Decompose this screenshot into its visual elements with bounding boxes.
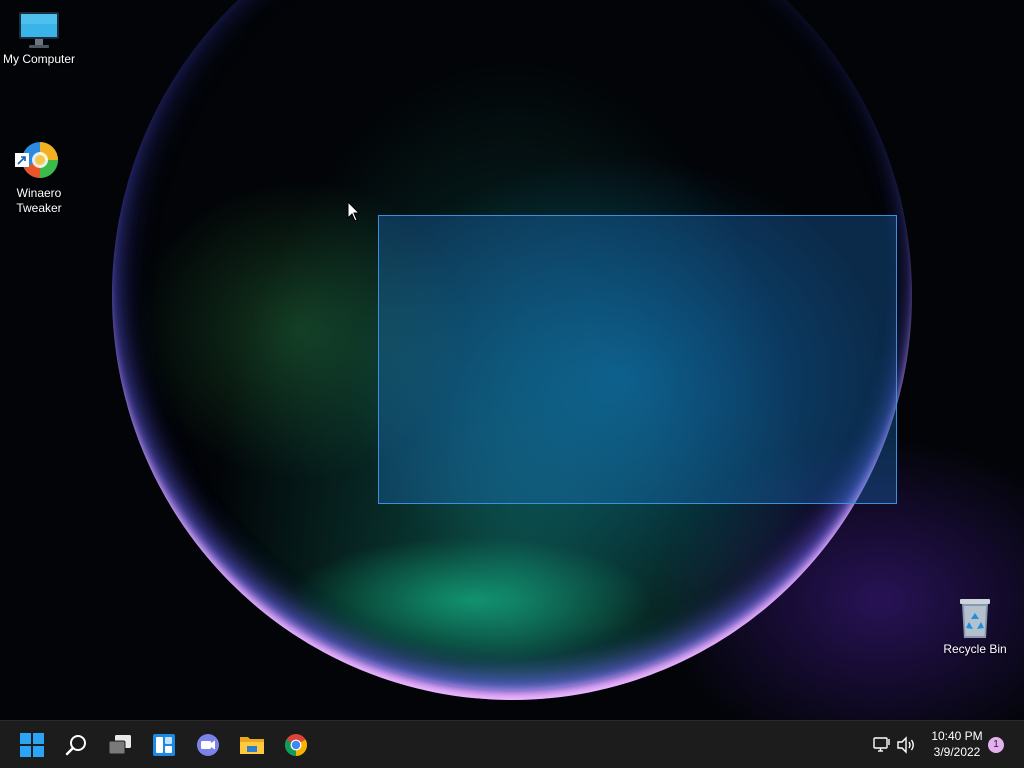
desktop-icon-my-computer[interactable]: My Computer: [0, 10, 78, 67]
speaker-icon: [897, 736, 914, 754]
recycle-bin-icon: [960, 599, 990, 638]
windows-logo-icon: [20, 733, 44, 757]
drag-selection-rectangle: [378, 215, 897, 504]
widgets-icon: [153, 734, 175, 756]
clock-date: 3/9/2022: [933, 745, 981, 759]
chrome-button[interactable]: [278, 727, 314, 763]
desktop-icon-label: My Computer: [2, 52, 76, 66]
clock-button[interactable]: 10:40 PM 3/9/2022: [926, 728, 988, 760]
desktop-icon-winaero-tweaker[interactable]: Winaero Tweaker: [0, 108, 78, 216]
network-button[interactable]: [872, 735, 892, 755]
winaero-tweaker-icon: [15, 123, 63, 178]
desktop-icon-recycle-bin[interactable]: Recycle Bin: [936, 596, 1014, 657]
widgets-button[interactable]: [146, 727, 182, 763]
folder-icon: [240, 737, 264, 754]
search-icon: [65, 735, 86, 756]
monitor-icon: [19, 12, 59, 48]
clock-time: 10:40 PM: [931, 729, 983, 743]
desktop-icon-label: Recycle Bin: [943, 642, 1007, 656]
desktop[interactable]: My Computer Winaero Tweaker Recycle Bin: [0, 0, 1024, 720]
teams-chat-icon: [197, 734, 219, 756]
shortcut-arrow-icon: [15, 153, 29, 167]
notification-count-badge[interactable]: 1: [988, 737, 1004, 753]
file-explorer-button[interactable]: [234, 727, 270, 763]
search-button[interactable]: [58, 727, 94, 763]
task-view-button[interactable]: [102, 727, 138, 763]
chat-button[interactable]: [190, 727, 226, 763]
mouse-pointer-icon: [347, 201, 361, 222]
task-view-icon: [108, 735, 131, 755]
network-icon: [873, 737, 890, 752]
taskbar: 10:40 PM 3/9/2022 1: [0, 720, 1024, 768]
volume-button[interactable]: [896, 735, 916, 755]
chrome-icon: [285, 734, 307, 756]
start-button[interactable]: [14, 727, 50, 763]
desktop-icon-label: Winaero Tweaker: [16, 186, 62, 215]
